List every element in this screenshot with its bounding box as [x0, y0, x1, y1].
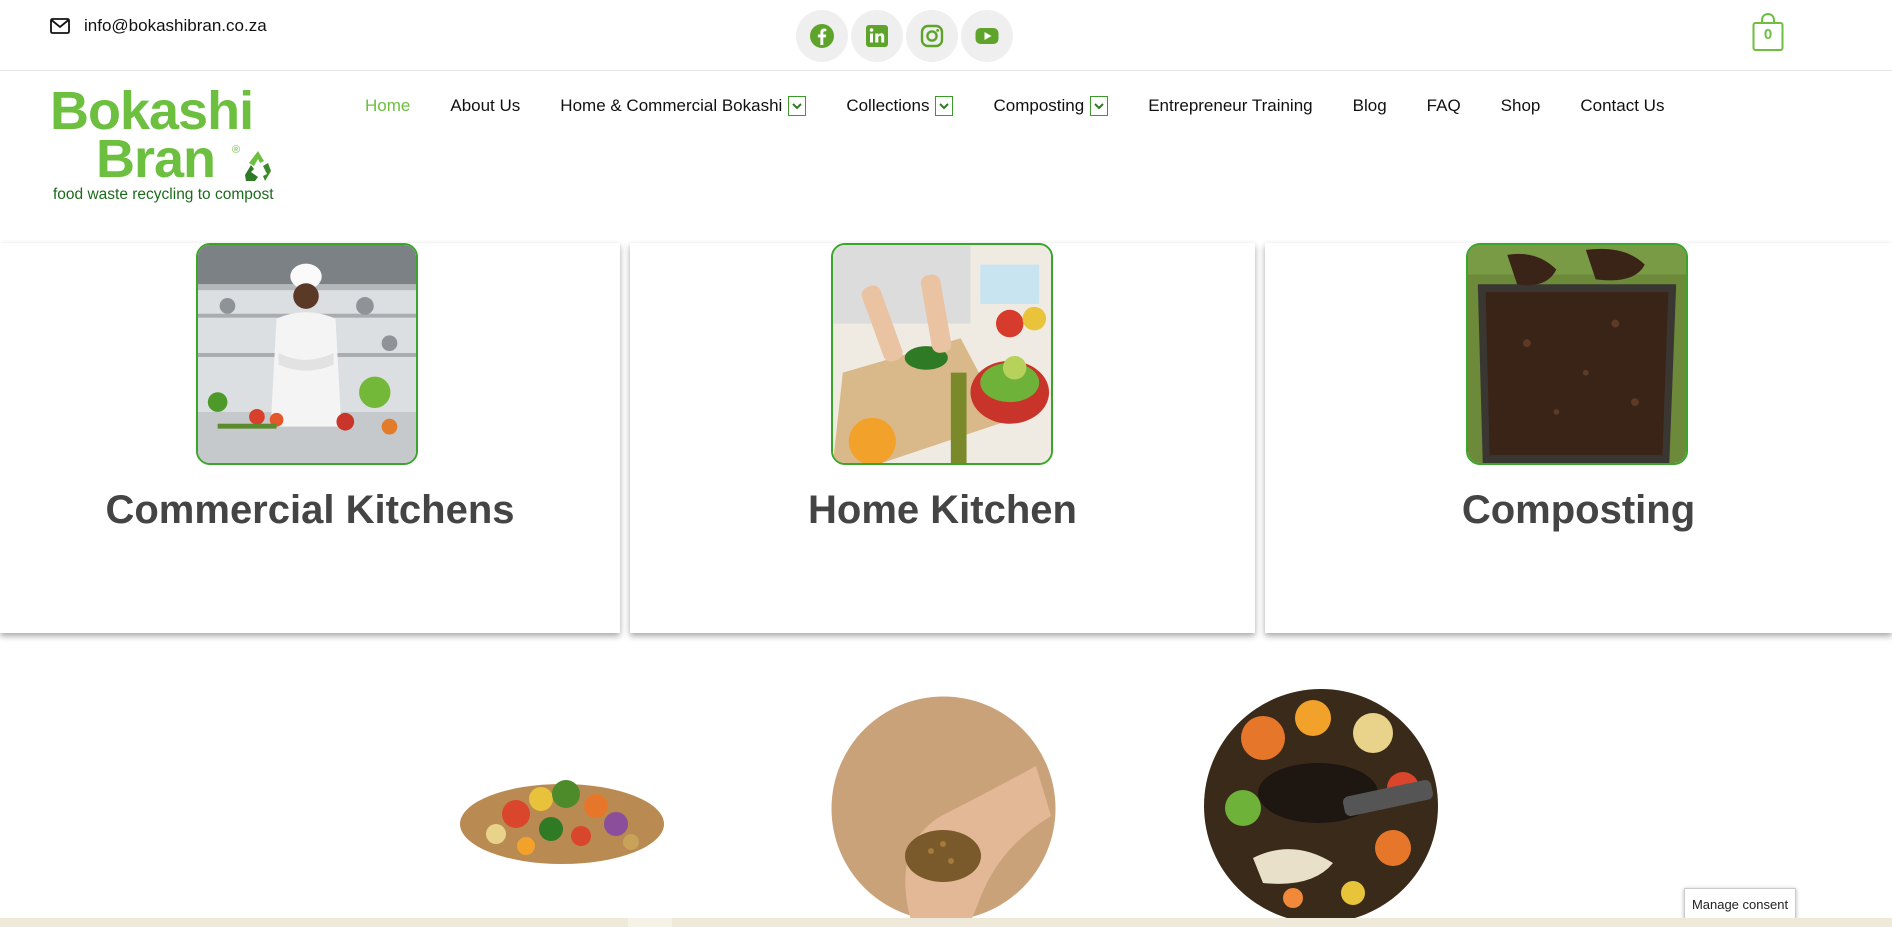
bottom-strip — [0, 918, 1892, 927]
linkedin-link[interactable] — [851, 10, 903, 62]
card-title: Home Kitchen — [808, 488, 1077, 532]
logo-registered-mark: ® — [232, 144, 241, 156]
chevron-down-icon[interactable] — [935, 96, 954, 116]
top-bar: info@bokashibran.co.za 0 — [0, 0, 1892, 71]
logo-tagline: food waste recycling to compost — [53, 186, 274, 203]
facebook-link[interactable] — [796, 10, 848, 62]
nav-item-shop[interactable]: Shop — [1501, 96, 1541, 116]
card-title: Commercial Kitchens — [105, 488, 515, 532]
nav-item-label: Collections — [846, 96, 930, 115]
nav-item-label: Composting — [993, 96, 1085, 115]
facebook-icon — [810, 24, 834, 48]
manage-consent-label: Manage consent — [1691, 896, 1789, 912]
card-commercial-kitchens[interactable]: Commercial Kitchens — [0, 243, 620, 633]
instagram-icon — [920, 24, 944, 48]
nav-item-contact-us[interactable]: Contact Us — [1580, 96, 1664, 116]
manage-consent-button[interactable]: Manage consent — [1684, 888, 1796, 920]
home-kitchen-image — [831, 243, 1053, 465]
nav-item-blog[interactable]: Blog — [1353, 96, 1387, 116]
nav-item-label: Contact Us — [1580, 96, 1665, 115]
nav-item-label: Entrepreneur Training — [1148, 96, 1313, 115]
nav-item-home-commercial-bokashi[interactable]: Home & Commercial Bokashi — [560, 96, 807, 116]
card-composting[interactable]: Composting — [1265, 243, 1892, 633]
nav-item-label: Home — [365, 96, 411, 115]
bokashi-bran-hand-image — [831, 696, 1056, 921]
food-scraps-pile-image — [460, 780, 664, 864]
nav-item-label: FAQ — [1426, 96, 1461, 115]
main-nav: Home About Us Home & Commercial Bokashi … — [365, 94, 1704, 118]
instagram-link[interactable] — [906, 10, 958, 62]
nav-item-faq[interactable]: FAQ — [1427, 96, 1461, 116]
cart-count: 0 — [1763, 26, 1773, 43]
chevron-down-icon[interactable] — [1090, 96, 1109, 116]
chef-kitchen-image — [196, 243, 418, 465]
cart-button[interactable]: 0 — [1752, 12, 1784, 52]
social-links — [796, 10, 1013, 62]
bottom-strip-segment — [628, 918, 672, 927]
card-title: Composting — [1461, 488, 1696, 532]
compost-bin-image — [1466, 243, 1688, 465]
recycle-icon — [245, 151, 271, 181]
nav-item-label: Blog — [1352, 96, 1387, 115]
nav-item-label: Shop — [1500, 96, 1541, 115]
card-home-kitchen[interactable]: Home Kitchen — [630, 243, 1255, 633]
nav-item-home[interactable]: Home — [365, 96, 410, 116]
youtube-icon — [975, 28, 999, 44]
nav-item-label: Home & Commercial Bokashi — [560, 96, 783, 115]
nav-item-collections[interactable]: Collections — [846, 96, 954, 116]
chevron-down-icon[interactable] — [788, 96, 807, 116]
youtube-link[interactable] — [961, 10, 1013, 62]
envelope-icon — [50, 18, 70, 34]
nav-item-composting[interactable]: Composting — [993, 96, 1109, 116]
linkedin-icon — [866, 25, 888, 47]
email-text: info@bokashibran.co.za — [84, 16, 267, 35]
site-logo[interactable]: Bokashi Bran ® food waste recycling to c… — [50, 84, 280, 204]
email-link[interactable]: info@bokashibran.co.za — [50, 16, 267, 36]
nav-item-about-us[interactable]: About Us — [450, 96, 520, 116]
compost-scraps-image — [1204, 689, 1438, 923]
logo-word-bran: Bran — [96, 129, 216, 189]
nav-item-entrepreneur-training[interactable]: Entrepreneur Training — [1148, 96, 1312, 116]
nav-item-label: About Us — [450, 96, 521, 115]
